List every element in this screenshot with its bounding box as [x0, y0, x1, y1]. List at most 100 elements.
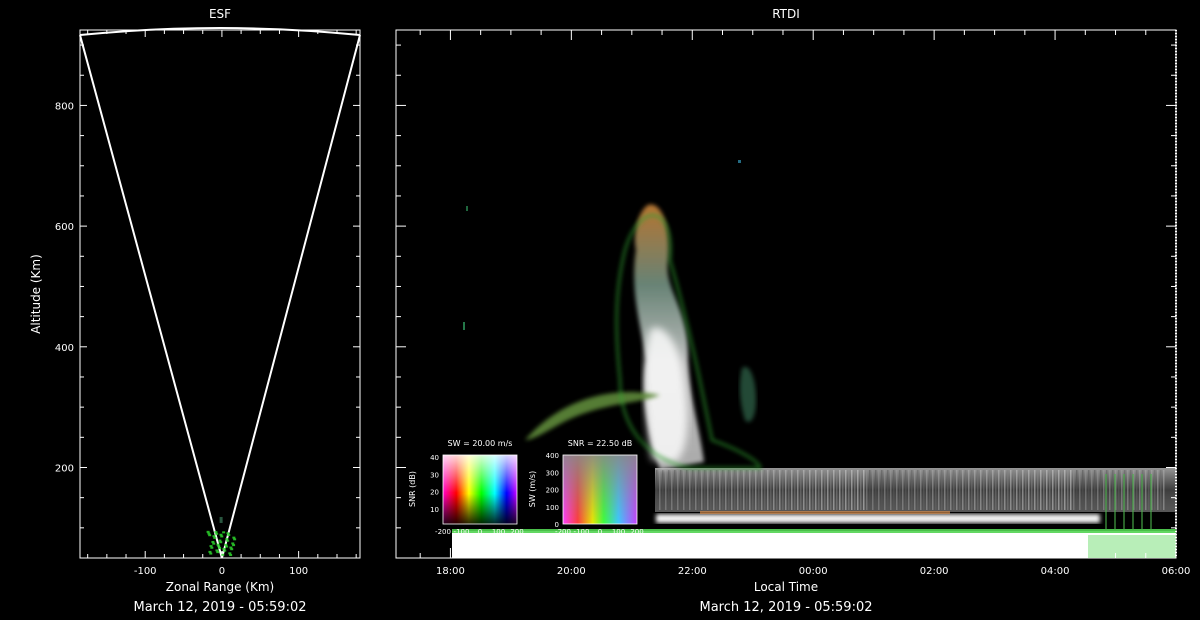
sw-legend-shading [443, 455, 517, 524]
rtdi-right-dots [1175, 153, 1177, 154]
rtdi-right-dots [1175, 318, 1177, 319]
esf-y-tick-label: 800 [55, 101, 74, 112]
rtdi-striation [995, 470, 997, 510]
rtdi-right-dots [1175, 315, 1177, 316]
rtdi-striation [749, 470, 751, 510]
rtdi-right-dots [1175, 321, 1177, 322]
rtdi-right-dots [1175, 459, 1177, 460]
rtdi-striation [968, 470, 970, 510]
rtdi-right-dots [1175, 93, 1177, 94]
rtdi-striation [821, 470, 823, 510]
rtdi-striation [1043, 470, 1045, 510]
esf-x-tick-label: -100 [134, 566, 157, 577]
esf-echo-pixel [208, 534, 212, 537]
rtdi-faint-speck [738, 160, 741, 163]
rtdi-right-dots [1175, 222, 1177, 223]
esf-echo-pixel [229, 554, 233, 557]
rtdi-right-dots [1175, 201, 1177, 202]
rtdi-striation [944, 470, 946, 510]
rtdi-striation [818, 470, 820, 510]
rtdi-striation [659, 470, 661, 510]
rtdi-right-dots [1175, 513, 1177, 514]
rtdi-striation [1100, 470, 1102, 510]
rtdi-striation [899, 470, 901, 510]
rtdi-right-dots [1175, 84, 1177, 85]
rtdi-striation [674, 470, 676, 510]
rtdi-right-dots [1175, 510, 1177, 511]
rtdi-striation [698, 470, 700, 510]
rtdi-striation [758, 470, 760, 510]
legend-x-tick-label: -100 [574, 528, 590, 536]
esf-echo-pixel [219, 516, 223, 523]
rtdi-striation [1022, 470, 1024, 510]
rtdi-striation [761, 470, 763, 510]
rtdi-right-dots [1175, 129, 1177, 130]
rtdi-striation [1136, 470, 1138, 510]
rtdi-right-dots [1175, 432, 1177, 433]
rtdi-striation [953, 470, 955, 510]
rtdi-x-tick-label: 22:00 [678, 566, 707, 577]
rtdi-x-tick-label: 00:00 [799, 566, 828, 577]
rtdi-striation [1055, 470, 1057, 510]
rtdi-right-dots [1175, 435, 1177, 436]
rtdi-striation [938, 470, 940, 510]
rtdi-right-dots [1175, 216, 1177, 217]
rtdi-striation [812, 470, 814, 510]
rtdi-right-dots [1175, 483, 1177, 484]
rtdi-right-dots [1175, 462, 1177, 463]
esf-echo-pixel [225, 545, 229, 548]
rtdi-striation [815, 470, 817, 510]
rtdi-striation [701, 470, 703, 510]
rtdi-striation [980, 470, 982, 510]
rtdi-striation [842, 470, 844, 510]
rtdi-x-tick-label: 06:00 [1162, 566, 1191, 577]
rtdi-right-dots [1175, 255, 1177, 256]
rtdi-right-dots [1175, 105, 1177, 106]
rtdi-right-dots [1175, 225, 1177, 226]
rtdi-right-dots [1175, 264, 1177, 265]
rtdi-striation [770, 470, 772, 510]
rtdi-striation [959, 470, 961, 510]
rtdi-striation [1031, 470, 1033, 510]
rtdi-striation [860, 470, 862, 510]
rtdi-right-dots [1175, 186, 1177, 187]
rtdi-right-dots [1175, 450, 1177, 451]
rtdi-x-axis-label: Local Time [754, 580, 818, 594]
rtdi-right-dots [1175, 78, 1177, 79]
rtdi-right-dots [1175, 339, 1177, 340]
rtdi-striation [989, 470, 991, 510]
esf-echo-pixel [209, 552, 213, 555]
rtdi-right-dots [1175, 501, 1177, 502]
rtdi-right-dots [1175, 477, 1177, 478]
rtdi-striation [908, 470, 910, 510]
rtdi-striation [1150, 474, 1152, 530]
rtdi-panel: RTDI 18:00 20:00 22:00 00:00 02:00 04:00 06:00 [395, 7, 1191, 615]
esf-echo-pixel [230, 548, 234, 551]
rtdi-striation [785, 470, 787, 510]
rtdi-right-dots [1175, 204, 1177, 205]
sw-legend-x-ticks: -200 -100 0 100 200 [435, 528, 524, 536]
rtdi-striation [797, 470, 799, 510]
rtdi-right-dots [1175, 231, 1177, 232]
rtdi-right-dots [1175, 303, 1177, 304]
rtdi-right-dots [1175, 207, 1177, 208]
rtdi-striation [656, 470, 658, 510]
rtdi-right-dots [1175, 210, 1177, 211]
rtdi-striation [896, 470, 898, 510]
legend-y-tick-label: 10 [430, 506, 439, 514]
rtdi-striation [872, 470, 874, 510]
legend-x-tick-label: 200 [630, 528, 643, 536]
rtdi-right-dots [1175, 297, 1177, 298]
rtdi-right-dots [1175, 144, 1177, 145]
rtdi-striation [776, 470, 778, 510]
rtdi-striation [1070, 470, 1072, 510]
rtdi-striation [1154, 470, 1156, 510]
rtdi-right-dots [1175, 258, 1177, 259]
rtdi-striation [692, 470, 694, 510]
rtdi-layer-orange-stripe [700, 511, 950, 514]
rtdi-striation [830, 470, 832, 510]
rtdi-right-dots [1175, 531, 1177, 532]
esf-panel: ESF 200400600800 -100 0 100 Altitude (Km) … [29, 7, 361, 615]
rtdi-striation [719, 470, 721, 510]
rtdi-striation [740, 470, 742, 510]
